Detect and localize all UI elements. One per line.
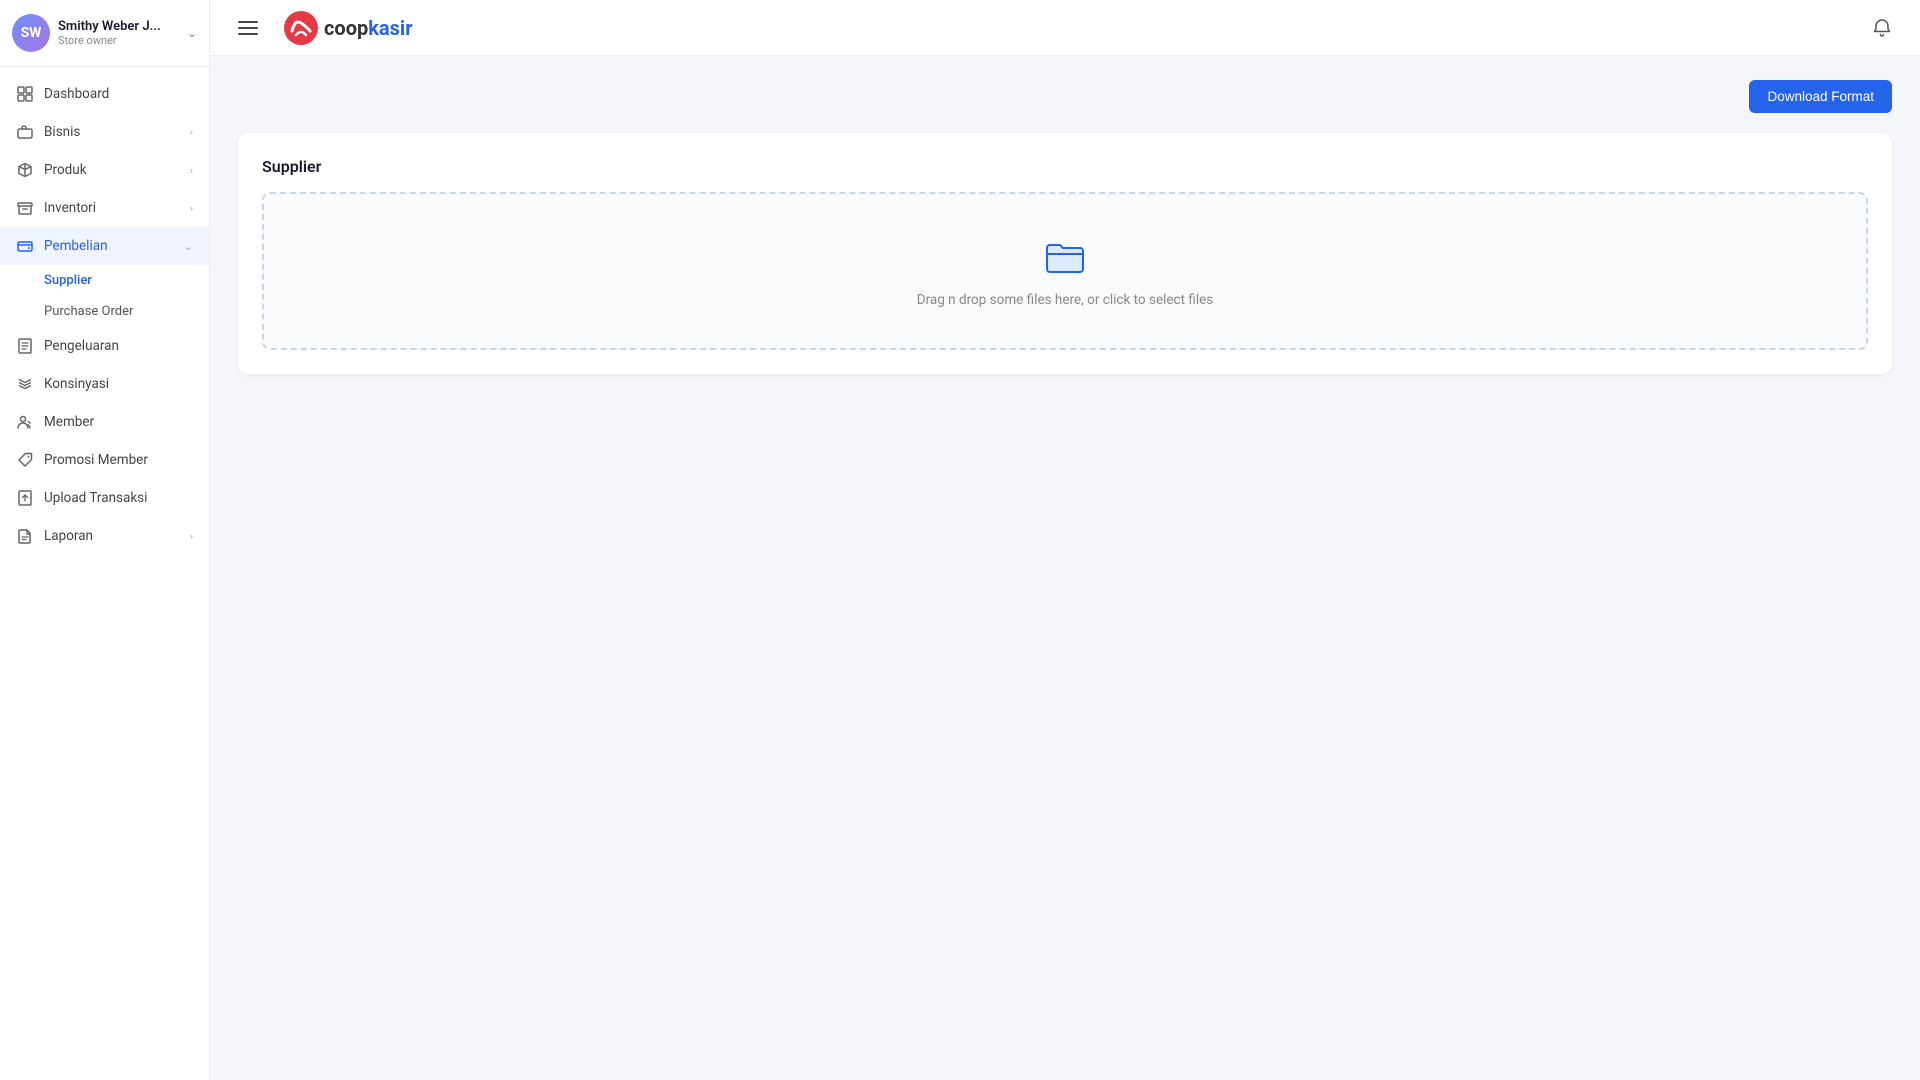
bell-icon (1872, 18, 1892, 38)
sidebar-sub-purchase-order[interactable]: Purchase Order (0, 296, 209, 327)
archive-icon (16, 199, 34, 217)
topbar-right (1864, 10, 1900, 46)
logo-coop: coop (324, 16, 368, 40)
user-profile[interactable]: SW Smithy Weber J... Store owner ⌄ (0, 0, 209, 67)
content-area: Download Format Supplier Drag n drop som… (210, 56, 1920, 1080)
sidebar-item-pengeluaran[interactable]: Pengeluaran (0, 327, 209, 365)
sidebar-item-dashboard-label: Dashboard (44, 86, 109, 102)
logo-kasir: kasir (368, 16, 412, 40)
sidebar-item-bisnis[interactable]: Bisnis › (0, 113, 209, 151)
logo: coopkasir (282, 9, 413, 47)
sidebar-item-dashboard[interactable]: Dashboard (0, 75, 209, 113)
briefcase-icon (16, 123, 34, 141)
content-header: Download Format (238, 80, 1892, 113)
sidebar-nav: Dashboard Bisnis › Produk › (0, 67, 209, 1080)
sidebar-sub-purchase-order-label: Purchase Order (44, 304, 133, 319)
chevron-right-icon: › (190, 164, 193, 177)
hamburger-line-2 (238, 27, 258, 29)
topbar: coopkasir (210, 0, 1920, 56)
user-name: Smithy Weber J... (58, 19, 183, 34)
supplier-card: Supplier Drag n drop some files here, or… (238, 133, 1892, 374)
logo-icon (282, 9, 320, 47)
sidebar-item-laporan-label: Laporan (44, 528, 93, 544)
sidebar-sub-supplier-label: Supplier (44, 273, 92, 288)
sidebar-item-inventori[interactable]: Inventori › (0, 189, 209, 227)
sidebar-item-upload-transaksi[interactable]: Upload Transaksi (0, 479, 209, 517)
wallet-icon (16, 237, 34, 255)
folder-icon (1041, 234, 1089, 282)
users-icon (16, 413, 34, 431)
hamburger-button[interactable] (230, 10, 266, 46)
sidebar: SW Smithy Weber J... Store owner ⌄ Dashb… (0, 0, 210, 1080)
sidebar-item-produk-label: Produk (44, 162, 87, 178)
supplier-title: Supplier (262, 157, 1868, 176)
upload-icon (16, 489, 34, 507)
sidebar-item-upload-transaksi-label: Upload Transaksi (44, 490, 147, 506)
notification-bell-button[interactable] (1864, 10, 1900, 46)
user-info: Smithy Weber J... Store owner (58, 19, 183, 47)
hamburger-line-1 (238, 21, 258, 23)
tag-icon (16, 451, 34, 469)
sidebar-item-member-label: Member (44, 414, 94, 430)
download-format-button[interactable]: Download Format (1749, 80, 1892, 113)
user-role: Store owner (58, 34, 183, 47)
chevron-down-icon: ⌄ (187, 26, 197, 40)
sidebar-item-konsinyasi[interactable]: Konsinyasi (0, 365, 209, 403)
box-icon (16, 161, 34, 179)
receipt-icon (16, 337, 34, 355)
sidebar-item-laporan[interactable]: Laporan › (0, 517, 209, 555)
chevron-right-icon: › (190, 126, 193, 139)
sidebar-item-bisnis-label: Bisnis (44, 124, 80, 140)
sidebar-item-pengeluaran-label: Pengeluaran (44, 338, 119, 354)
sidebar-item-member[interactable]: Member (0, 403, 209, 441)
sidebar-item-promosi-member-label: Promosi Member (44, 452, 148, 468)
layers-icon (16, 375, 34, 393)
main-area: coopkasir Download Format Supplier (210, 0, 1920, 1080)
file-icon (16, 527, 34, 545)
hamburger-line-3 (238, 33, 258, 35)
logo-text: coopkasir (324, 16, 413, 40)
dropzone-text: Drag n drop some files here, or click to… (917, 292, 1214, 308)
sidebar-item-promosi-member[interactable]: Promosi Member (0, 441, 209, 479)
sidebar-item-pembelian[interactable]: Pembelian ⌄ (0, 227, 209, 265)
chevron-right-icon: › (190, 530, 193, 543)
sidebar-item-produk[interactable]: Produk › (0, 151, 209, 189)
dropzone[interactable]: Drag n drop some files here, or click to… (262, 192, 1868, 350)
chevron-down-icon: ⌄ (184, 240, 193, 253)
sidebar-sub-supplier[interactable]: Supplier (0, 265, 209, 296)
grid-icon (16, 85, 34, 103)
sidebar-item-konsinyasi-label: Konsinyasi (44, 376, 109, 392)
sidebar-item-inventori-label: Inventori (44, 200, 96, 216)
chevron-right-icon: › (190, 202, 193, 215)
sidebar-item-pembelian-label: Pembelian (44, 238, 108, 254)
avatar: SW (12, 14, 50, 52)
